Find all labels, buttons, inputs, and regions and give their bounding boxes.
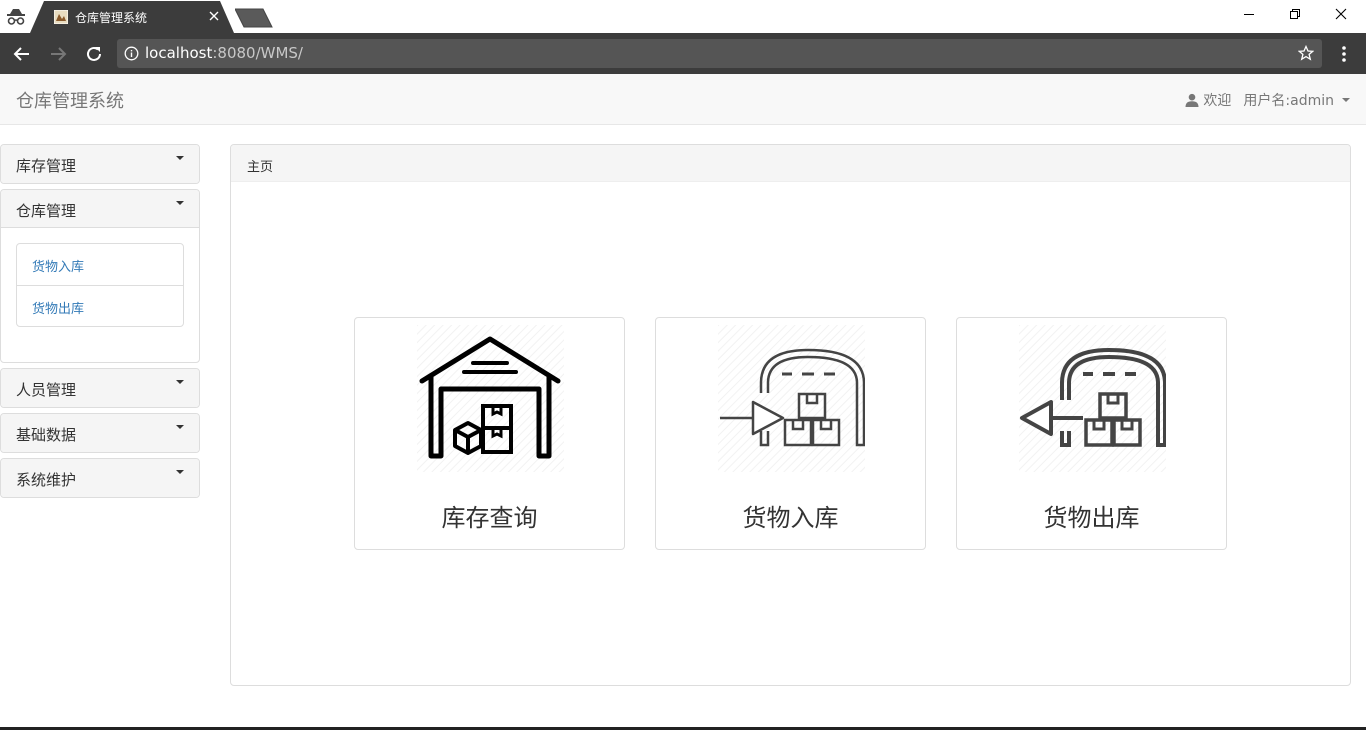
chevron-down-icon [176,156,184,160]
sidebar-item-label: 仓库管理 [16,202,77,220]
sidebar-item-inventory[interactable]: 库存管理 [1,145,199,183]
sidebar-item-personnel[interactable]: 人员管理 [1,369,199,407]
sidebar-item-system[interactable]: 系统维护 [1,459,199,497]
chevron-down-icon [1342,98,1350,102]
submenu-list: 货物入库 货物出库 [16,243,184,327]
card-inbound[interactable]: 货物入库 [655,317,926,550]
page-title: 主页 [247,160,274,175]
main-panel-heading: 主页 [231,145,1350,182]
sidebar-submenu: 货物入库 货物出库 [1,228,199,362]
main-panel: 主页 库存查询 货物入库 货物出库 [230,144,1351,686]
user-menu[interactable]: 欢迎 用户名:admin [1185,90,1350,110]
sidebar-panel-system: 系统维护 [0,458,200,498]
submenu-item-inbound[interactable]: 货物入库 [17,244,183,285]
info-icon[interactable] [124,46,139,61]
sidebar-panel-personnel: 人员管理 [0,368,200,408]
new-tab-button[interactable] [235,8,273,28]
card-outbound[interactable]: 货物出库 [956,317,1227,550]
chevron-down-icon [176,425,184,429]
chevron-down-icon [176,380,184,384]
bookmark-star-icon[interactable] [1298,45,1314,61]
submenu-item-outbound[interactable]: 货物出库 [17,285,183,326]
sidebar-item-label: 人员管理 [16,381,77,399]
favicon-icon [54,10,68,24]
inbound-icon [718,325,865,472]
welcome-text: 欢迎 [1203,93,1232,109]
url-text: localhost:8080/WMS/ [145,44,303,62]
user-icon [1185,93,1199,107]
browser-menu-icon[interactable] [1335,43,1353,65]
browser-toolbar: localhost:8080/WMS/ [0,33,1366,74]
url-host: localhost [145,44,213,62]
chevron-down-icon [176,470,184,474]
reload-icon[interactable] [83,43,105,65]
sidebar-panel-inventory: 库存管理 [0,144,200,184]
card-label: 库存查询 [441,504,538,532]
close-tab-icon[interactable] [208,10,220,22]
card-inventory-query[interactable]: 库存查询 [354,317,625,550]
active-tab[interactable]: 仓库管理系统 [30,1,234,33]
sidebar-item-label: 系统维护 [16,471,77,489]
card-label: 货物入库 [742,504,839,532]
sidebar-item-label: 基础数据 [16,426,77,444]
sidebar-item-basedata[interactable]: 基础数据 [1,414,199,452]
minimize-button[interactable] [1226,0,1272,30]
sidebar-item-label: 库存管理 [16,157,77,175]
sidebar-item-warehouse[interactable]: 仓库管理 [1,190,199,228]
chevron-down-icon [176,201,184,205]
url-path: :8080/WMS/ [212,44,303,62]
warehouse-icon [417,325,564,472]
restore-button[interactable] [1272,0,1318,30]
username-text: 用户名:admin [1243,93,1334,109]
tab-title: 仓库管理系统 [75,11,148,25]
sidebar: 库存管理 仓库管理 货物入库 货物出库 人员管理 基础数据 系统维护 [0,144,200,503]
browser-tab-bar: 仓库管理系统 [0,0,1366,33]
sidebar-panel-warehouse: 仓库管理 货物入库 货物出库 [0,189,200,363]
brand-title[interactable]: 仓库管理系统 [16,87,124,113]
forward-arrow-icon[interactable] [47,43,69,65]
incognito-icon [7,9,25,25]
back-arrow-icon[interactable] [11,43,33,65]
sidebar-panel-basedata: 基础数据 [0,413,200,453]
address-bar[interactable]: localhost:8080/WMS/ [117,39,1322,68]
app-navbar: 仓库管理系统 欢迎 用户名:admin [0,74,1366,125]
card-label: 货物出库 [1043,504,1140,532]
close-window-button[interactable] [1318,0,1364,30]
outbound-icon [1019,325,1166,472]
